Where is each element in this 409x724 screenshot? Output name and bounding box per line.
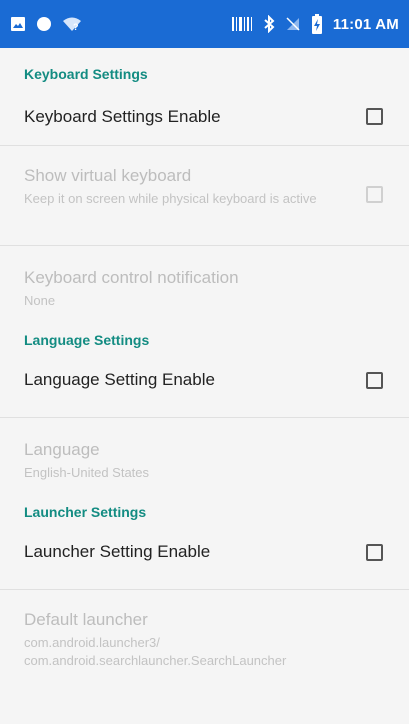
show-virtual-keyboard-row: Show virtual keyboard Keep it on screen … [0,146,409,246]
show-virtual-keyboard-checkbox [366,186,383,203]
language-title: Language [24,440,100,459]
launcher-setting-enable-title: Launcher Setting Enable [24,542,211,561]
show-virtual-keyboard-summary: Keep it on screen while physical keyboar… [24,191,317,206]
language-row: Language English-United States [0,418,409,498]
default-launcher-summary: com.android.launcher3/ com.android.searc… [24,635,287,668]
image-icon [10,16,26,32]
show-virtual-keyboard-title: Show virtual keyboard [24,166,192,185]
svg-text:?: ? [73,22,79,32]
default-launcher-row: Default launcher com.android.launcher3/ … [0,590,409,690]
keyboard-control-notification-row: Keyboard control notification None [0,246,409,326]
status-time: 11:01 AM [332,15,399,33]
status-bar: ? 11:01 AM [0,0,409,48]
language-summary: English-United States [24,465,150,480]
keyboard-settings-enable-title: Keyboard Settings Enable [24,107,221,126]
wifi-question-icon: ? [62,16,82,32]
section-header-launcher: Launcher Settings [24,504,147,520]
keyboard-control-notification-title: Keyboard control notification [24,268,239,287]
settings-list: Keyboard Settings Keyboard Settings Enab… [0,48,409,690]
language-setting-enable-checkbox[interactable] [366,372,383,389]
battery-charging-icon [311,14,323,34]
launcher-setting-enable-row[interactable]: Launcher Setting Enable [0,530,409,590]
section-header-keyboard: Keyboard Settings [24,66,148,82]
no-sim-icon [285,16,301,32]
bluetooth-icon [263,15,275,33]
language-setting-enable-row[interactable]: Language Setting Enable [0,358,409,418]
section-header-language: Language Settings [24,332,150,348]
launcher-setting-enable-checkbox[interactable] [366,544,383,561]
barcode-icon [231,16,253,32]
default-launcher-title: Default launcher [24,610,148,629]
language-setting-enable-title: Language Setting Enable [24,370,215,389]
circle-icon [36,16,52,32]
keyboard-settings-enable-checkbox[interactable] [366,108,383,125]
keyboard-control-notification-summary: None [24,293,56,308]
keyboard-settings-enable-row[interactable]: Keyboard Settings Enable [0,92,409,146]
